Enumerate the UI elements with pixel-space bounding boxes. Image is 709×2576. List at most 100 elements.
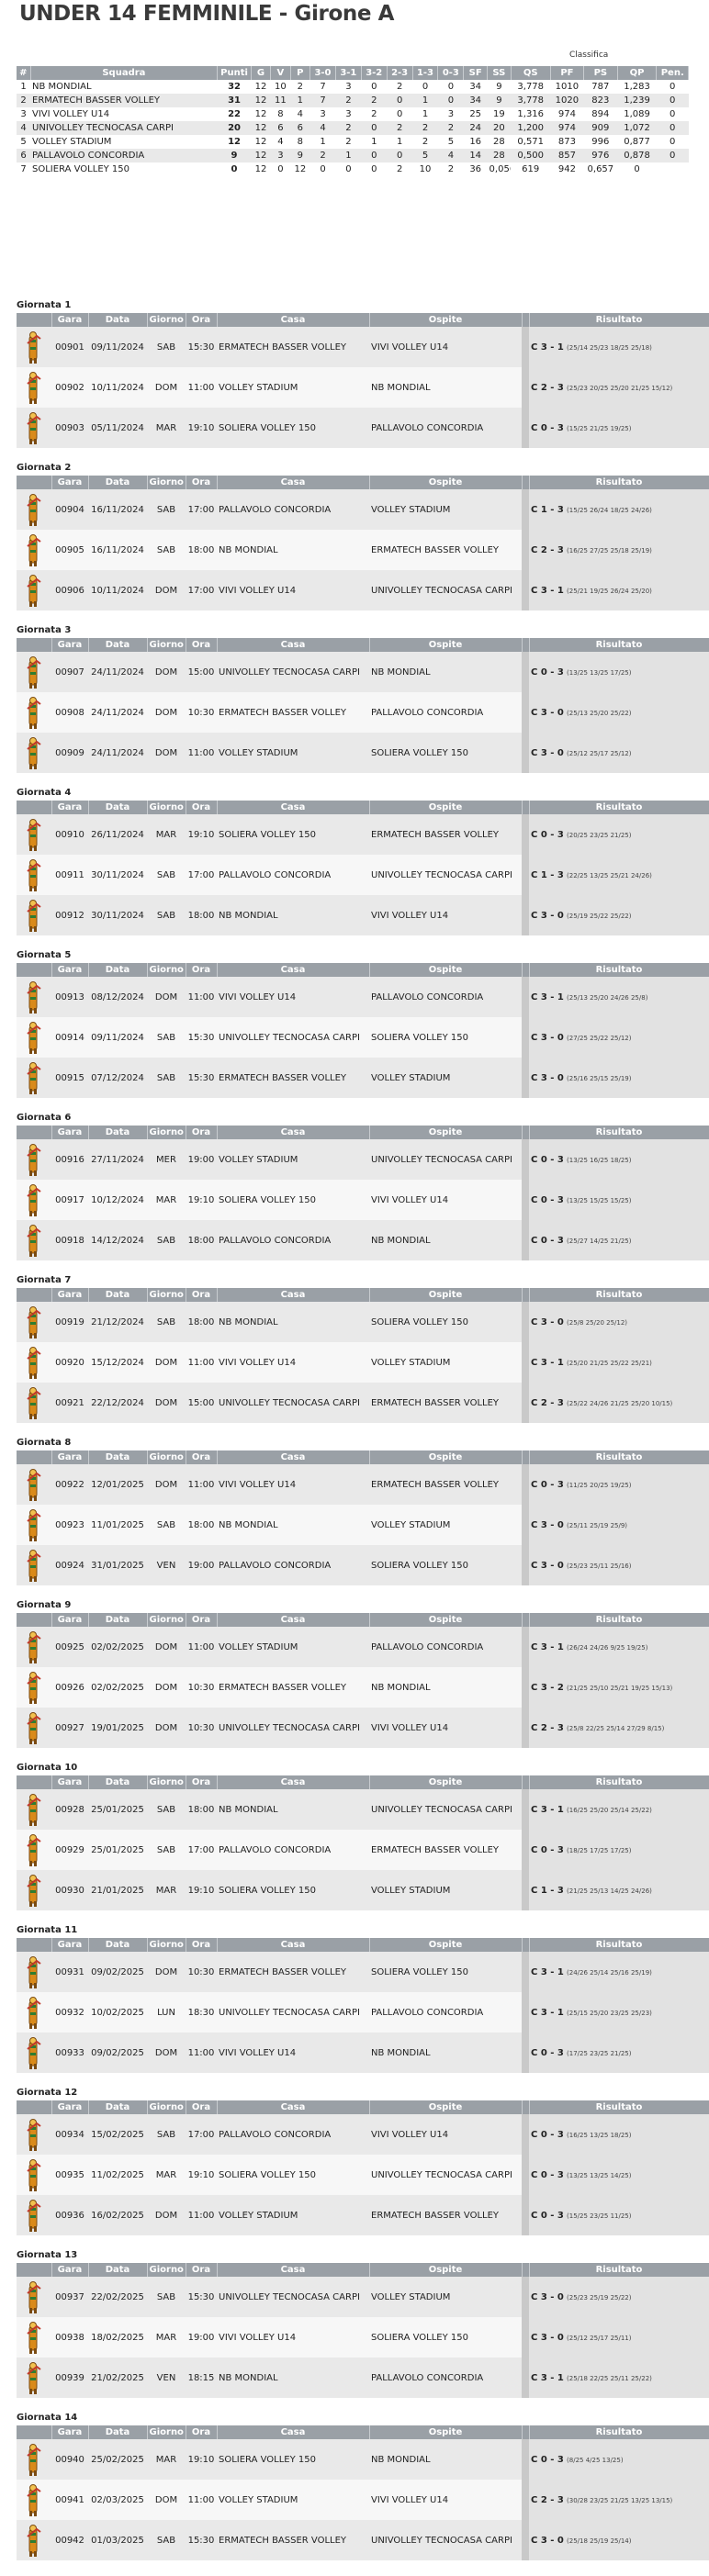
game-row[interactable]: 00913 08/12/2024 DOM 11:00 VIVI VOLLEY U14 PA… [17,977,709,1017]
game-result[interactable]: C 3 - 1 (25/14 25/23 18/25 25/18) [529,327,709,367]
game-icon-cell [17,2358,51,2398]
standings-cell: 5 [437,135,464,149]
game-row[interactable]: 00911 30/11/2024 SAB 17:00 PALLAVOLO CONCORD… [17,855,709,895]
game-row[interactable]: 00928 25/01/2025 SAB 18:00 NB MONDIAL UNIVOLL… [17,1789,709,1830]
game-result[interactable]: C 3 - 0 (25/12 25/17 25/12) [529,733,709,773]
game-row[interactable]: 00910 26/11/2024 MAR 19:10 SOLIERA VOLLEY 15… [17,814,709,855]
game-result[interactable]: C 2 - 3 (25/23 20/25 25/20 21/25 15/12) [529,367,709,408]
game-result[interactable]: C 0 - 3 (15/25 21/25 19/25) [529,408,709,448]
game-row[interactable]: 00904 16/11/2024 SAB 17:00 PALLAVOLO CONCORD… [17,489,709,530]
game-row[interactable]: 00926 02/02/2025 DOM 10:30 ERMATECH BASSER V… [17,1667,709,1708]
game-result[interactable]: C 3 - 0 (27/25 25/22 25/12) [529,1017,709,1058]
result-sets: (25/16 25/15 25/19) [567,1074,632,1082]
game-row[interactable]: 00933 09/02/2025 DOM 11:00 VIVI VOLLEY U14 NB… [17,2033,709,2073]
game-row[interactable]: 00942 01/03/2025 SAB 15:30 ERMATECH BASSER V… [17,2520,709,2560]
game-result[interactable]: C 0 - 3 (13/25 13/25 14/25) [529,2155,709,2195]
standings-header-cell: 1-3 [412,66,439,80]
game-row[interactable]: 00937 22/02/2025 SAB 15:30 UNIVOLLEY TECNOCA… [17,2277,709,2317]
game-result[interactable]: C 3 - 0 (25/8 25/20 25/12) [529,1302,709,1342]
game-row[interactable]: 00941 02/03/2025 DOM 11:00 VOLLEY STADIUM VIV… [17,2480,709,2520]
game-result[interactable]: C 0 - 3 (18/25 17/25 17/25) [529,1830,709,1870]
game-day: DOM [147,1708,186,1748]
game-result[interactable]: C 3 - 1 (16/25 25/20 25/14 25/22) [529,1789,709,1830]
game-result[interactable]: C 3 - 1 (25/21 19/25 26/24 25/20) [529,570,709,610]
game-row[interactable]: 00912 30/11/2024 SAB 18:00 NB MONDIAL VIVI VO… [17,895,709,935]
game-result[interactable]: C 2 - 3 (25/22 24/26 21/25 25/20 10/15) [529,1383,709,1423]
game-result[interactable]: C 3 - 0 (25/23 25/19 25/22) [529,2277,709,2317]
game-row[interactable]: 00924 31/01/2025 VEN 19:00 PALLAVOLO CONCORD… [17,1545,709,1585]
standings-cell: 9 [487,80,512,94]
game-row[interactable]: 00909 24/11/2024 DOM 11:00 VOLLEY STADIUM SOL… [17,733,709,773]
game-row[interactable]: 00934 15/02/2025 SAB 17:00 PALLAVOLO CONCORD… [17,2114,709,2155]
games-header-cell: Ospite [369,2425,523,2439]
game-row[interactable]: 00920 15/12/2024 DOM 11:00 VIVI VOLLEY U14 VO… [17,1342,709,1383]
game-row[interactable]: 00902 10/11/2024 DOM 11:00 VOLLEY STADIUM NB … [17,367,709,408]
game-result[interactable]: C 3 - 0 (25/18 25/19 25/14) [529,2520,709,2560]
game-result[interactable]: C 3 - 0 (25/13 25/20 25/22) [529,692,709,733]
game-row[interactable]: 00906 10/11/2024 DOM 17:00 VIVI VOLLEY U14 UN… [17,570,709,610]
game-result[interactable]: C 0 - 3 (16/25 13/25 18/25) [529,2114,709,2155]
game-result[interactable]: C 2 - 3 (30/28 23/25 21/25 13/25 13/15) [529,2480,709,2520]
game-result[interactable]: C 3 - 1 (25/18 22/25 25/11 25/22) [529,2358,709,2398]
game-result[interactable]: C 0 - 3 (13/25 16/25 18/25) [529,1139,709,1180]
game-row[interactable]: 00936 16/02/2025 DOM 11:00 VOLLEY STADIUM ERM… [17,2195,709,2235]
game-result[interactable]: C 3 - 1 (25/20 21/25 25/22 25/21) [529,1342,709,1383]
game-result[interactable]: C 3 - 0 (25/16 25/15 25/19) [529,1058,709,1098]
game-result[interactable]: C 3 - 0 (25/19 25/22 25/22) [529,895,709,935]
game-result[interactable]: C 0 - 3 (8/25 4/25 13/25) [529,2439,709,2480]
game-result[interactable]: C 3 - 1 (25/15 25/20 23/25 25/23) [529,1992,709,2033]
game-row[interactable]: 00919 21/12/2024 SAB 18:00 NB MONDIAL SOLIERA… [17,1302,709,1342]
game-result[interactable]: C 1 - 3 (22/25 13/25 25/21 24/26) [529,855,709,895]
game-result[interactable]: C 0 - 3 (25/27 14/25 21/25) [529,1220,709,1260]
game-row[interactable]: 00932 10/02/2025 LUN 18:30 UNIVOLLEY TECNOCA… [17,1992,709,2033]
game-result[interactable]: C 2 - 3 (16/25 27/25 25/18 25/19) [529,530,709,570]
game-result[interactable]: C 1 - 3 (21/25 25/13 14/25 24/26) [529,1870,709,1910]
game-day: SAB [147,2277,186,2317]
game-row[interactable]: 00930 21/01/2025 MAR 19:10 SOLIERA VOLLEY 15… [17,1870,709,1910]
games-header-cell: Risultato [529,1613,709,1627]
game-row[interactable]: 00905 16/11/2024 SAB 18:00 NB MONDIAL ERMATEC… [17,530,709,570]
game-row[interactable]: 00907 24/11/2024 DOM 15:00 UNIVOLLEY TECNOCA… [17,652,709,692]
game-result[interactable]: C 3 - 1 (24/26 25/14 25/16 25/19) [529,1952,709,1992]
game-row[interactable]: 00915 07/12/2024 SAB 15:30 ERMATECH BASSER V… [17,1058,709,1098]
game-row[interactable]: 00917 10/12/2024 MAR 19:10 SOLIERA VOLLEY 15… [17,1180,709,1220]
game-row[interactable]: 00901 09/11/2024 SAB 15:30 ERMATECH BASSER V… [17,327,709,367]
standings-cell: 0 [361,162,388,176]
game-row[interactable]: 00940 25/02/2025 MAR 19:10 SOLIERA VOLLEY 15… [17,2439,709,2480]
game-row[interactable]: 00931 09/02/2025 DOM 10:30 ERMATECH BASSER V… [17,1952,709,1992]
game-result[interactable]: C 3 - 1 (25/13 25/20 24/26 25/8) [529,977,709,1017]
game-result[interactable]: C 0 - 3 (15/25 23/25 11/25) [529,2195,709,2235]
standings-cell: 0 [361,80,388,94]
game-result[interactable]: C 3 - 0 (25/11 25/19 25/9) [529,1505,709,1545]
game-row[interactable]: 00918 14/12/2024 SAB 18:00 PALLAVOLO CONCORD… [17,1220,709,1260]
home-team: SOLIERA VOLLEY 150 [217,408,369,448]
game-row[interactable]: 00921 22/12/2024 DOM 15:00 UNIVOLLEY TECNOCA… [17,1383,709,1423]
game-result[interactable]: C 2 - 3 (25/8 22/25 25/14 27/29 8/15) [529,1708,709,1748]
game-row[interactable]: 00925 02/02/2025 DOM 11:00 VOLLEY STADIUM PAL… [17,1627,709,1667]
game-row[interactable]: 00903 05/11/2024 MAR 19:10 SOLIERA VOLLEY 15… [17,408,709,448]
game-row[interactable]: 00935 11/02/2025 MAR 19:10 SOLIERA VOLLEY 15… [17,2155,709,2195]
game-result[interactable]: C 3 - 2 (21/25 25/10 25/21 19/25 15/13) [529,1667,709,1708]
game-result[interactable]: C 0 - 3 (11/25 20/25 19/25) [529,1464,709,1505]
game-row[interactable]: 00929 25/01/2025 SAB 17:00 PALLAVOLO CONCORD… [17,1830,709,1870]
game-result[interactable]: C 0 - 3 (13/25 13/25 17/25) [529,652,709,692]
game-result[interactable]: C 1 - 3 (15/25 26/24 18/25 24/26) [529,489,709,530]
game-row[interactable]: 00927 19/01/2025 DOM 10:30 UNIVOLLEY TECNOCA… [17,1708,709,1748]
game-row[interactable]: 00922 12/01/2025 DOM 11:00 VIVI VOLLEY U14 ER… [17,1464,709,1505]
home-team: NB MONDIAL [217,2358,369,2398]
game-row[interactable]: 00938 18/02/2025 MAR 19:00 VIVI VOLLEY U14 SO… [17,2317,709,2358]
game-result[interactable]: C 3 - 0 (25/23 25/11 25/16) [529,1545,709,1585]
game-result[interactable]: C 0 - 3 (20/25 23/25 21/25) [529,814,709,855]
game-row[interactable]: 00916 27/11/2024 MER 19:00 VOLLEY STADIUM UNI… [17,1139,709,1180]
game-row[interactable]: 00914 09/11/2024 SAB 15:30 UNIVOLLEY TECNOCA… [17,1017,709,1058]
game-row[interactable]: 00908 24/11/2024 DOM 10:30 ERMATECH BASSER V… [17,692,709,733]
round-title: Giornata 14 [17,2413,78,2423]
game-result[interactable]: C 3 - 0 (25/12 25/17 25/11) [529,2317,709,2358]
game-result[interactable]: C 0 - 3 (17/25 23/25 21/25) [529,2033,709,2073]
game-result[interactable]: C 3 - 1 (26/24 24/26 9/25 19/25) [529,1627,709,1667]
game-row[interactable]: 00923 11/01/2025 SAB 18:00 NB MONDIAL VOLLEY … [17,1505,709,1545]
game-row[interactable]: 00939 21/02/2025 VEN 18:15 NB MONDIAL PALLAVO… [17,2358,709,2398]
icon-column-header [17,2425,52,2439]
game-result[interactable]: C 0 - 3 (13/25 15/25 15/25) [529,1180,709,1220]
volleyball-referee-icon [27,2281,41,2313]
